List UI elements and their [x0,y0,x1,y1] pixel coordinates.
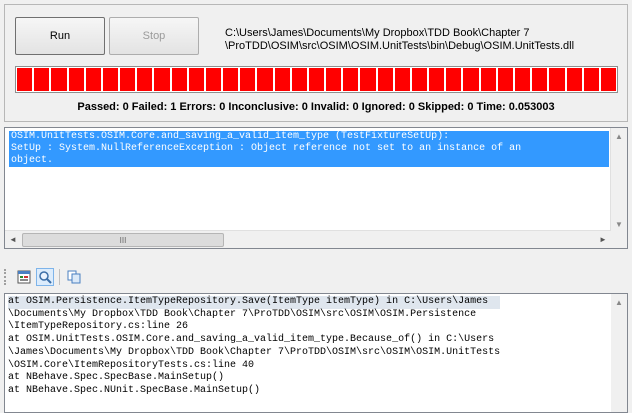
test-results-list[interactable]: OSIM.UnitTests.OSIM.Core.and_saving_a_va… [4,127,628,249]
progress-segment [154,68,170,91]
progress-segment [583,68,599,91]
progress-segment [257,68,273,91]
runner-panel: Run Stop C:\Users\James\Documents\My Dro… [4,4,628,122]
assembly-path-line1: C:\Users\James\Documents\My Dropbox\TDD … [225,27,530,39]
scroll-down-icon[interactable]: ▼ [611,216,627,232]
progress-segment [411,68,428,91]
progress-segment [429,68,445,91]
failed-test-item[interactable]: OSIM.UnitTests.OSIM.Core.and_saving_a_va… [9,131,609,167]
run-button[interactable]: Run [15,17,105,55]
stop-button[interactable]: Stop [109,17,199,55]
progress-segment [480,68,496,91]
results-summary: Passed: 0 Failed: 1 Errors: 0 Inconclusi… [77,101,555,113]
scroll-up-icon[interactable]: ▲ [611,128,627,144]
trace-vertical-scrollbar[interactable]: ▲ [611,294,627,412]
stack-trace-lines: at OSIM.Persistence.ItemTypeRepository.S… [8,296,501,398]
progress-segment [360,68,376,91]
progress-segment [326,68,342,91]
test-progress-bar [15,66,618,93]
scroll-thumb[interactable]: III [22,233,224,247]
progress-segment [171,68,187,91]
stack-trace-line: at OSIM.Persistence.ItemTypeRepository.S… [8,296,501,309]
progress-segment [514,68,531,91]
results-vertical-scrollbar[interactable]: ▲ ▼ [610,128,627,232]
assembly-path-line2: \ProTDD\OSIM\src\OSIM\OSIM.UnitTests\bin… [225,40,575,52]
progress-segment [223,68,239,91]
scroll-up-icon[interactable]: ▲ [611,294,627,310]
progress-segment [188,68,204,91]
scroll-left-icon[interactable]: ◄ [5,231,21,248]
progress-segment [68,68,84,91]
progress-segment [137,68,153,91]
progress-segment [463,68,479,91]
progress-segment [446,68,462,91]
progress-segment [308,68,325,91]
stack-trace-line: \James\Documents\My Dropbox\TDD Book\Cha… [8,346,501,358]
detail-toolbar [4,266,83,288]
scrollbar-corner [610,231,627,248]
progress-segment [120,68,136,91]
progress-segment [51,68,67,91]
toolbar-separator [59,269,60,285]
progress-fill [17,68,617,91]
stack-trace-line: at NBehave.Spec.SpecBase.MainSetup() [8,372,225,384]
progress-segment [291,68,307,91]
stack-trace-line: \OSIM.Core\ItemRepositoryTests.cs:line 4… [8,359,255,371]
progress-segment [240,68,256,91]
stack-trace-panel[interactable]: at OSIM.Persistence.ItemTypeRepository.S… [4,293,628,413]
progress-segment [343,68,359,91]
progress-segment [549,68,565,91]
progress-segment [102,68,119,91]
progress-segment [274,68,290,91]
progress-segment [85,68,101,91]
toolbar-grip[interactable] [4,269,9,285]
assembly-path: C:\Users\James\Documents\My Dropbox\TDD … [225,27,625,53]
stack-trace-line: \Documents\My Dropbox\TDD Book\Chapter 7… [8,308,477,320]
progress-segment [600,68,617,91]
progress-segment [566,68,582,91]
stack-trace-line: at NBehave.Spec.NUnit.SpecBase.MainSetup… [8,384,261,396]
stack-trace-line: at OSIM.UnitTests.OSIM.Core.and_saving_a… [8,334,495,346]
copy-icon[interactable] [65,268,83,286]
results-horizontal-scrollbar[interactable]: ◄ III ► [5,230,611,248]
progress-segment [377,68,393,91]
progress-segment [205,68,222,91]
progress-segment [34,68,50,91]
find-icon[interactable] [36,268,54,286]
progress-segment [394,68,410,91]
stack-trace-line: \ItemTypeRepository.cs:line 26 [8,321,189,333]
progress-segment [497,68,513,91]
output-icon[interactable] [15,268,33,286]
progress-segment [17,68,33,91]
progress-segment [532,68,548,91]
scroll-right-icon[interactable]: ► [595,231,611,248]
